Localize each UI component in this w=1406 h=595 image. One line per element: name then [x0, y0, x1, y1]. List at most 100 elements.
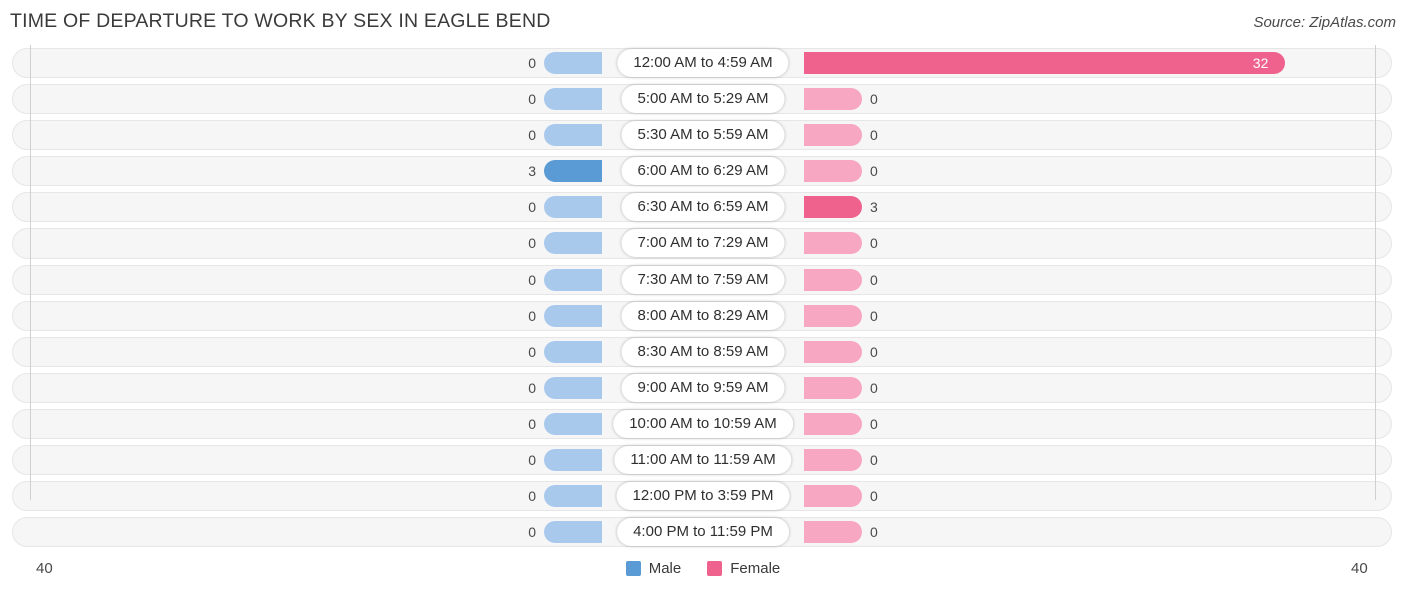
bar-male[interactable]: [544, 521, 602, 544]
bar-value-female: 0: [870, 379, 878, 396]
bar-value-female: 0: [870, 235, 878, 252]
row-label: 12:00 PM to 3:59 PM: [616, 482, 790, 511]
bar-value-female: 0: [870, 91, 878, 108]
legend-label-male: Male: [648, 560, 682, 577]
axis-gridline-left: [30, 45, 31, 500]
bar-row[interactable]: 0 0 4:00 PM to 11:59 PM: [0, 514, 1406, 550]
bar-row[interactable]: 0 0 12:00 PM to 3:59 PM: [0, 478, 1406, 514]
bar-value-male: 0: [528, 235, 536, 252]
bar-row[interactable]: 0 0 5:30 AM to 5:59 AM: [0, 117, 1406, 153]
bar-value-male: 3: [528, 163, 536, 180]
row-label: 7:30 AM to 7:59 AM: [621, 265, 785, 294]
bar-female[interactable]: [804, 449, 862, 472]
bar-value-female: 0: [870, 488, 878, 505]
row-label: 8:30 AM to 8:59 AM: [621, 337, 785, 366]
bar-male[interactable]: [544, 52, 602, 74]
bar-row[interactable]: 0 32 12:00 AM to 4:59 AM: [0, 45, 1406, 81]
page-title: TIME OF DEPARTURE TO WORK BY SEX IN EAGL…: [10, 10, 551, 32]
source-attribution: Source: ZipAtlas.com: [1253, 14, 1396, 31]
row-label: 9:00 AM to 9:59 AM: [621, 373, 785, 402]
bar-male[interactable]: [544, 232, 602, 255]
bar-male[interactable]: [544, 268, 602, 291]
bar-female[interactable]: [804, 412, 862, 435]
bar-value-female: 0: [870, 163, 878, 180]
bar-male[interactable]: [544, 196, 602, 219]
bar-value-male: 0: [528, 91, 536, 108]
bar-female[interactable]: [804, 124, 862, 147]
bar-row[interactable]: 0 3 6:30 AM to 6:59 AM: [0, 189, 1406, 225]
row-label: 6:30 AM to 6:59 AM: [621, 193, 785, 222]
bar-male[interactable]: [544, 88, 602, 111]
bar-female[interactable]: [804, 485, 862, 508]
bar-row[interactable]: 0 0 8:30 AM to 8:59 AM: [0, 334, 1406, 370]
bar-female[interactable]: [804, 376, 862, 399]
bar-row[interactable]: 0 0 5:00 AM to 5:29 AM: [0, 81, 1406, 117]
bar-value-female: 32: [1252, 55, 1269, 71]
legend-label-female: Female: [730, 560, 781, 577]
chart-header: TIME OF DEPARTURE TO WORK BY SEX IN EAGL…: [0, 0, 1406, 45]
bar-row[interactable]: 0 0 7:30 AM to 7:59 AM: [0, 262, 1406, 298]
bar-value-male: 0: [528, 379, 536, 396]
bar-value-female: 0: [870, 415, 878, 432]
bar-value-female: 0: [870, 271, 878, 288]
bar-value-male: 0: [528, 307, 536, 324]
plot-area: 0 32 12:00 AM to 4:59 AM 0 0 5:00 AM to 5:29 …: [0, 45, 1406, 550]
bar-female[interactable]: [804, 232, 862, 255]
bar-value-male: 0: [528, 343, 536, 360]
bar-value-male: 0: [528, 524, 536, 541]
bar-value-male: 0: [528, 199, 536, 216]
row-label: 6:00 AM to 6:29 AM: [621, 157, 785, 186]
bar-female[interactable]: [804, 196, 862, 219]
row-label: 10:00 AM to 10:59 AM: [613, 409, 793, 438]
bar-male[interactable]: [544, 376, 602, 399]
legend: Male Female: [0, 560, 1406, 577]
bar-female[interactable]: [804, 160, 862, 183]
bar-value-female: 0: [870, 307, 878, 324]
bar-female[interactable]: [804, 340, 862, 363]
bar-male[interactable]: [544, 449, 602, 472]
legend-swatch-male-icon: [625, 561, 641, 576]
bar-male[interactable]: [544, 160, 602, 183]
bar-row[interactable]: 0 0 11:00 AM to 11:59 AM: [0, 442, 1406, 478]
legend-item-male[interactable]: Male: [625, 560, 682, 577]
row-label: 5:00 AM to 5:29 AM: [621, 85, 785, 114]
bar-male[interactable]: [544, 340, 602, 363]
bar-value-male: 0: [528, 452, 536, 469]
bar-female[interactable]: [804, 88, 862, 111]
row-label: 7:00 AM to 7:29 AM: [621, 229, 785, 258]
bar-value-female: 0: [870, 524, 878, 541]
bar-female[interactable]: [804, 304, 862, 327]
bar-row[interactable]: 0 0 9:00 AM to 9:59 AM: [0, 370, 1406, 406]
bar-row[interactable]: 0 0 8:00 AM to 8:29 AM: [0, 298, 1406, 334]
bar-rows: 0 32 12:00 AM to 4:59 AM 0 0 5:00 AM to 5:29 …: [0, 45, 1406, 550]
bar-value-female: 3: [870, 199, 878, 216]
bar-value-male: 0: [528, 488, 536, 505]
bar-male[interactable]: [544, 304, 602, 327]
row-label: 8:00 AM to 8:29 AM: [621, 301, 785, 330]
bar-value-male: 0: [528, 55, 536, 71]
bar-value-male: 0: [528, 415, 536, 432]
bar-male[interactable]: [544, 485, 602, 508]
bar-male[interactable]: [544, 124, 602, 147]
bar-value-female: 0: [870, 343, 878, 360]
axis-gridline-right: [1375, 45, 1376, 500]
legend-swatch-female-icon: [707, 561, 723, 576]
bar-row[interactable]: 3 0 6:00 AM to 6:29 AM: [0, 153, 1406, 189]
bar-row[interactable]: 0 0 10:00 AM to 10:59 AM: [0, 406, 1406, 442]
bar-female[interactable]: [804, 268, 862, 291]
bar-value-male: 0: [528, 127, 536, 144]
bar-male[interactable]: [544, 412, 602, 435]
chart-footer: 40 40 Male Female: [0, 550, 1406, 595]
bar-row[interactable]: 0 0 7:00 AM to 7:29 AM: [0, 225, 1406, 261]
bar-value-female: 0: [870, 127, 878, 144]
row-label: 5:30 AM to 5:59 AM: [621, 121, 785, 150]
bar-value-male: 0: [528, 271, 536, 288]
bar-female[interactable]: [804, 52, 1285, 74]
row-label: 11:00 AM to 11:59 AM: [614, 446, 792, 475]
chart-container: TIME OF DEPARTURE TO WORK BY SEX IN EAGL…: [0, 0, 1406, 595]
legend-item-female[interactable]: Female: [707, 560, 780, 577]
bar-value-female: 0: [870, 452, 878, 469]
row-label: 4:00 PM to 11:59 PM: [617, 518, 789, 547]
row-label: 12:00 AM to 4:59 AM: [617, 49, 789, 77]
bar-female[interactable]: [804, 521, 862, 544]
